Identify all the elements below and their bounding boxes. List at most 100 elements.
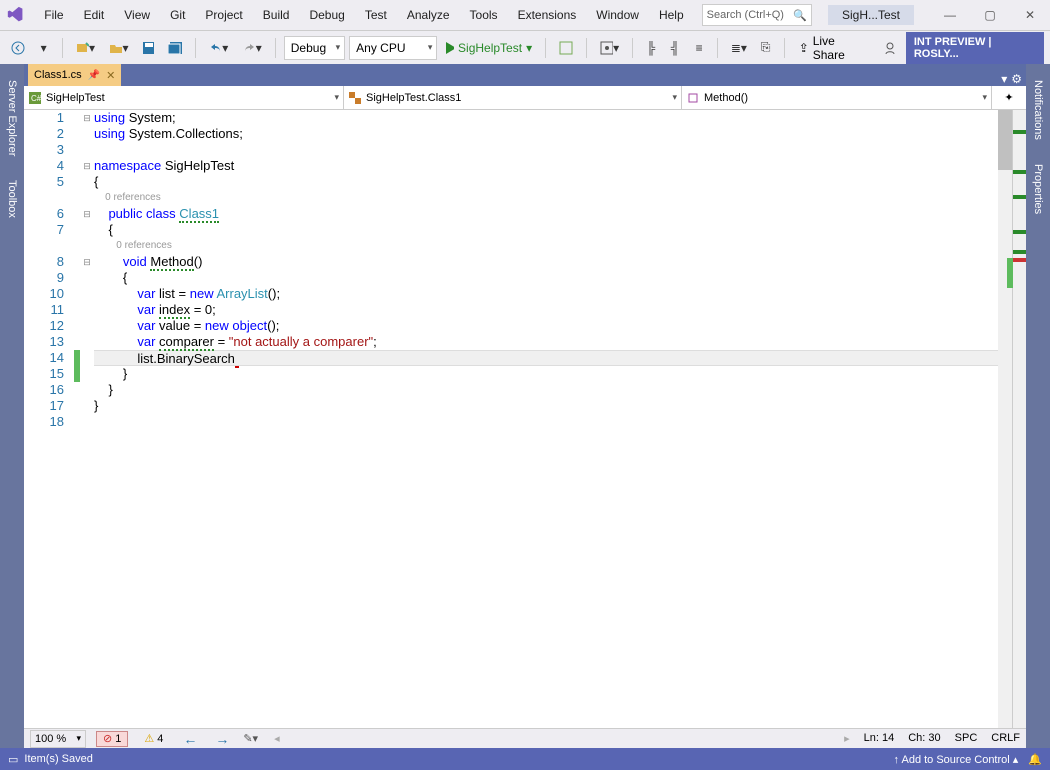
project-dropdown[interactable]: C# SigHelpTest▾ — [24, 86, 344, 109]
tool-btn-4[interactable]: ╣ — [665, 36, 685, 60]
code-line[interactable]: list.BinarySearch — [94, 350, 1012, 366]
menu-view[interactable]: View — [114, 4, 160, 26]
save-button[interactable] — [138, 36, 160, 60]
tool-btn-6[interactable]: ≣▾ — [726, 36, 752, 60]
code-line[interactable]: var comparer = "not actually a comparer"… — [94, 334, 1012, 350]
code-line[interactable]: public class Class1 — [94, 206, 1012, 222]
maximize-button[interactable]: ▢ — [970, 0, 1010, 30]
warning-count[interactable]: ⚠4 — [138, 731, 169, 747]
code-line[interactable]: } — [94, 398, 1012, 414]
menu-extensions[interactable]: Extensions — [508, 4, 587, 26]
menu-tools[interactable]: Tools — [460, 4, 508, 26]
notifications-bell-icon[interactable]: 🔔 — [1028, 753, 1042, 766]
menu-build[interactable]: Build — [253, 4, 300, 26]
member-dropdown[interactable]: Method()▾ — [682, 86, 992, 109]
menu-file[interactable]: File — [34, 4, 73, 26]
back-nav-button[interactable] — [6, 36, 30, 60]
line-ending-mode[interactable]: CRLF — [991, 732, 1020, 745]
platform-dropdown[interactable]: Any CPU — [349, 36, 437, 60]
code-line[interactable]: using System.Collections; — [94, 126, 1012, 142]
vertical-scrollbar[interactable] — [998, 110, 1012, 728]
search-input[interactable]: Search (Ctrl+Q) 🔍 — [702, 4, 812, 26]
codelens[interactable]: 0 references — [94, 238, 1012, 254]
brush-button[interactable]: ✎▾ — [243, 732, 258, 745]
menu-window[interactable]: Window — [586, 4, 649, 26]
pin-icon[interactable]: 📌 — [88, 70, 100, 81]
menu-analyze[interactable]: Analyze — [397, 4, 460, 26]
code-line[interactable]: var list = new ArrayList(); — [94, 286, 1012, 302]
undo-button[interactable]: ▾ — [204, 36, 233, 60]
whitespace-mode[interactable]: SPC — [955, 732, 978, 745]
code-line[interactable]: namespace SigHelpTest — [94, 158, 1012, 174]
search-icon: 🔍 — [793, 9, 807, 22]
source-control-button[interactable]: ↑ Add to Source Control ▴ — [894, 753, 1019, 766]
codelens[interactable]: 0 references — [94, 190, 1012, 206]
redo-button[interactable]: ▾ — [237, 36, 266, 60]
split-button[interactable]: ✦ — [992, 86, 1026, 109]
tab-overflow-button[interactable]: ▾ — [1001, 72, 1007, 86]
next-issue-button[interactable]: → — [211, 731, 233, 747]
rail-tab-toolbox[interactable]: Toolbox — [4, 172, 20, 226]
tool-btn-7[interactable]: ⎘ — [756, 36, 776, 60]
menu-test[interactable]: Test — [355, 4, 397, 26]
fold-toggle[interactable]: ⊟ — [80, 254, 94, 270]
col-indicator[interactable]: Ch: 30 — [908, 732, 940, 745]
tab-settings-button[interactable]: ⚙ — [1011, 72, 1022, 86]
code-line[interactable]: var index = 0; — [94, 302, 1012, 318]
code-text-area[interactable]: using System;using System.Collections; na… — [94, 110, 1012, 728]
code-line[interactable]: { — [94, 222, 1012, 238]
code-line[interactable]: { — [94, 174, 1012, 190]
rail-tab-server-explorer[interactable]: Server Explorer — [4, 72, 20, 164]
code-line[interactable]: { — [94, 270, 1012, 286]
menu-git[interactable]: Git — [160, 4, 195, 26]
live-share-button[interactable]: ⇪ Live Share — [793, 34, 875, 62]
code-line[interactable]: var value = new object(); — [94, 318, 1012, 334]
save-all-button[interactable] — [163, 36, 187, 60]
status-message: Item(s) Saved — [24, 753, 92, 765]
fold-toggle[interactable]: ⊟ — [80, 110, 94, 126]
preview-badge[interactable]: INT PREVIEW | ROSLY... — [906, 32, 1044, 64]
tool-btn-2[interactable]: ▾ — [595, 36, 624, 60]
code-line[interactable]: using System; — [94, 110, 1012, 126]
zoom-dropdown[interactable]: 100 %▾ — [30, 730, 86, 748]
code-line[interactable] — [94, 142, 1012, 158]
menu-help[interactable]: Help — [649, 4, 694, 26]
member-nav-bar: C# SigHelpTest▾ SigHelpTest.Class1▾ Meth… — [24, 86, 1026, 110]
start-debug-button[interactable]: SigHelpTest ▾ — [441, 36, 537, 60]
prev-issue-button[interactable]: ← — [179, 731, 201, 747]
close-tab-icon[interactable]: ✕ — [106, 69, 115, 82]
hscroll-right[interactable]: ▸ — [844, 732, 850, 745]
tool-btn-1[interactable] — [554, 36, 578, 60]
error-count[interactable]: ⊘1 — [96, 731, 128, 747]
fold-toggle[interactable]: ⊟ — [80, 206, 94, 222]
tool-btn-5[interactable]: ≡ — [689, 36, 709, 60]
minimize-button[interactable]: — — [930, 0, 970, 30]
rail-tab-properties[interactable]: Properties — [1030, 156, 1046, 222]
code-editor[interactable]: 123456789101112131415161718 ⊟ ⊟ ⊟ ⊟ usin… — [24, 110, 1026, 728]
menu-edit[interactable]: Edit — [74, 4, 115, 26]
code-line[interactable] — [94, 414, 1012, 430]
menu-project[interactable]: Project — [195, 4, 252, 26]
open-button[interactable]: ▾ — [104, 36, 133, 60]
line-number-gutter: 123456789101112131415161718 — [24, 110, 74, 728]
rail-tab-notifications[interactable]: Notifications — [1030, 72, 1046, 148]
warning-icon: ⚠ — [144, 732, 154, 745]
close-button[interactable]: ✕ — [1010, 0, 1050, 30]
method-icon — [686, 91, 700, 105]
fold-toggle[interactable]: ⊟ — [80, 158, 94, 174]
hscroll-left[interactable]: ◂ — [274, 732, 280, 745]
document-tab-well: Class1.cs 📌 ✕ ▾ ⚙ — [24, 64, 1026, 86]
config-dropdown[interactable]: Debug — [284, 36, 345, 60]
code-line[interactable]: } — [94, 366, 1012, 382]
code-line[interactable]: } — [94, 382, 1012, 398]
document-tab-active[interactable]: Class1.cs 📌 ✕ — [28, 64, 121, 86]
line-indicator[interactable]: Ln: 14 — [864, 732, 895, 745]
menu-debug[interactable]: Debug — [299, 4, 354, 26]
new-item-button[interactable]: ▾ — [71, 36, 100, 60]
tool-btn-3[interactable]: ╠ — [641, 36, 661, 60]
class-dropdown[interactable]: SigHelpTest.Class1▾ — [344, 86, 682, 109]
fwd-nav-button[interactable]: ▾ — [34, 36, 54, 60]
feedback-button[interactable] — [878, 36, 902, 60]
code-line[interactable]: void Method() — [94, 254, 1012, 270]
overview-ruler[interactable] — [1012, 110, 1026, 728]
